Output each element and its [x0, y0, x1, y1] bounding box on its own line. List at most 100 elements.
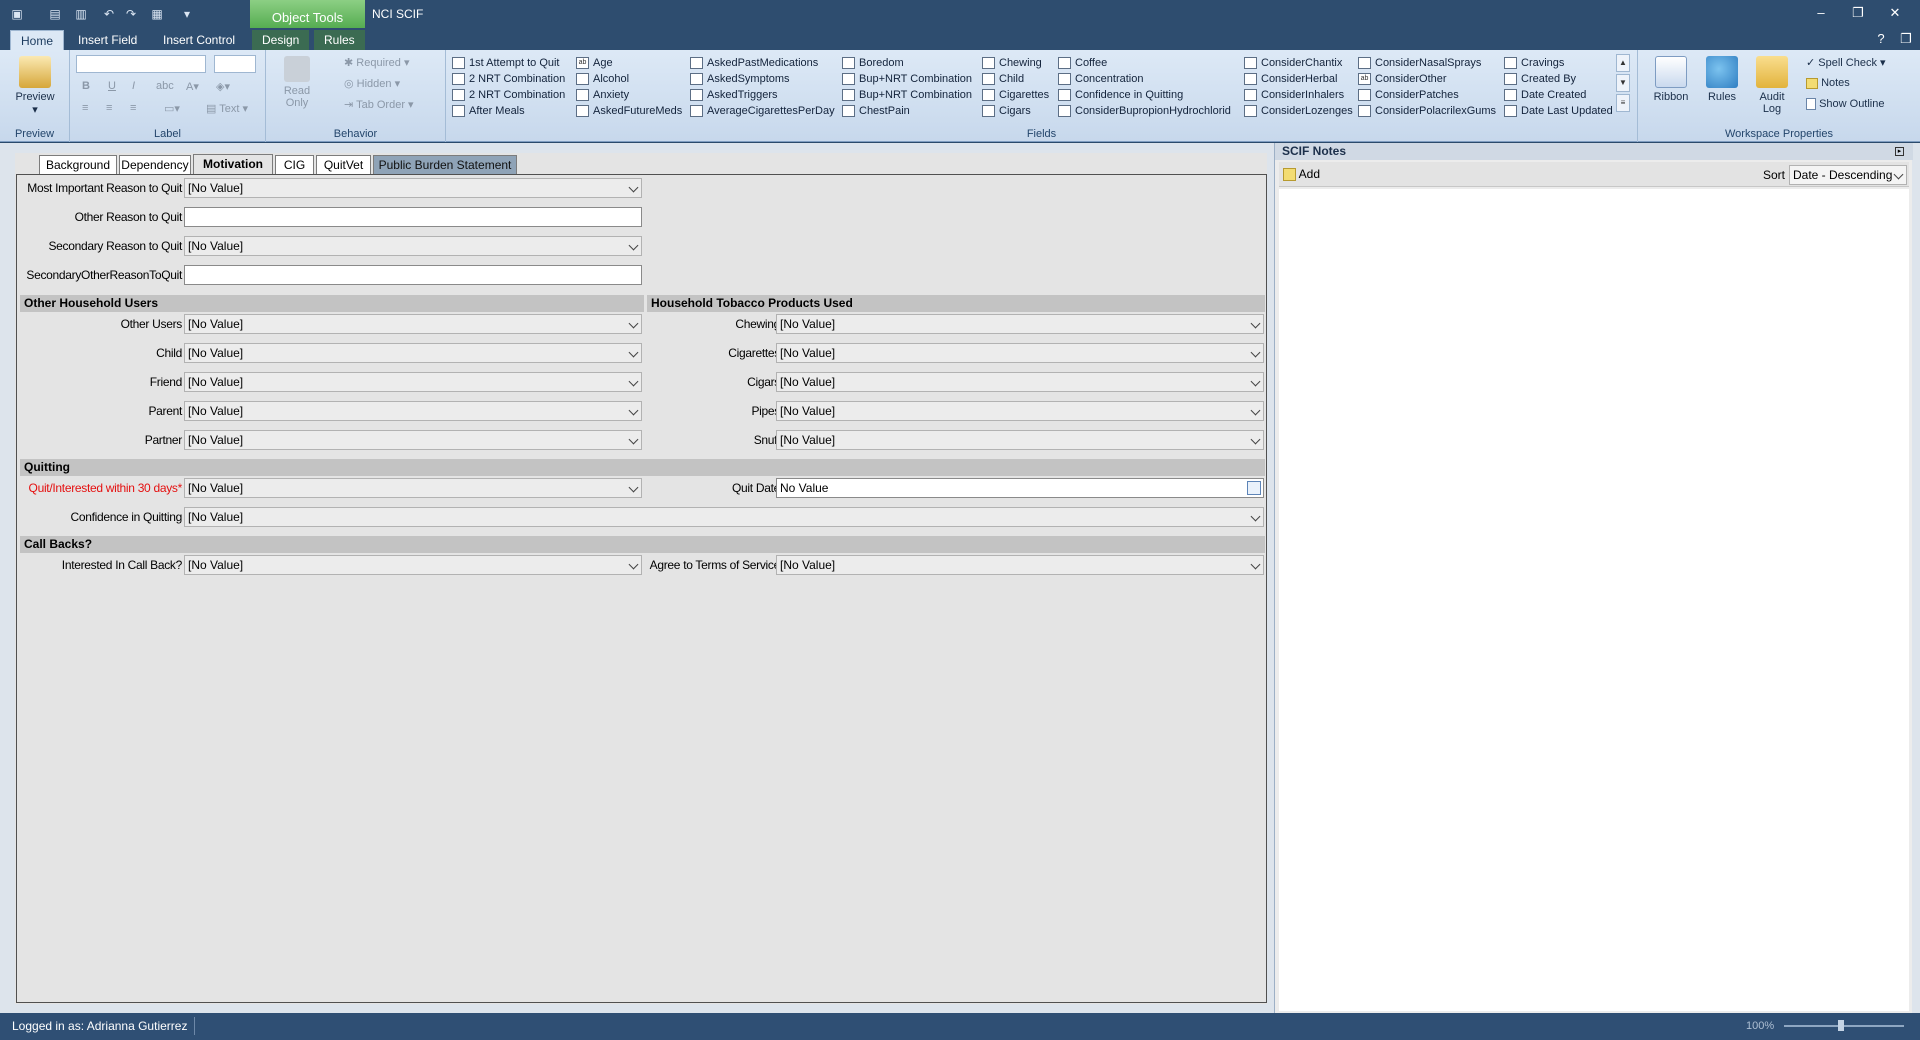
audit-log-button[interactable]: Audit Log	[1750, 56, 1794, 115]
field-item[interactable]: AskedSymptoms	[690, 71, 790, 87]
notes-button[interactable]: Notes	[1806, 77, 1850, 89]
fields-expand-icon[interactable]: ≡	[1616, 94, 1630, 112]
fields-scroll-up-icon[interactable]: ▲	[1616, 54, 1630, 72]
field-item[interactable]: Bup+NRT Combination	[842, 71, 972, 87]
cigars-select[interactable]: [No Value]	[776, 372, 1264, 392]
align-left-icon[interactable]: ≡	[82, 102, 88, 114]
field-item[interactable]: Date Last Updated	[1504, 103, 1613, 119]
field-item[interactable]: ConsiderHerbal	[1244, 71, 1337, 87]
zoom-slider-thumb[interactable]	[1838, 1020, 1844, 1031]
field-item[interactable]: 2 NRT Combination	[452, 71, 565, 87]
print-preview-icon[interactable]: ▦	[148, 5, 166, 23]
redo-icon[interactable]: ↷	[122, 5, 140, 23]
spell-check-button[interactable]: ✓ Spell Check ▾	[1806, 56, 1886, 69]
field-item[interactable]: ab ConsiderOther	[1358, 71, 1447, 87]
hidden-button[interactable]: ◎ Hidden ▾	[344, 77, 400, 90]
field-item[interactable]: Cigars	[982, 103, 1031, 119]
underline-icon[interactable]: U	[108, 80, 116, 92]
tab-design[interactable]: Design	[252, 30, 310, 50]
minimize-button[interactable]: –	[1808, 4, 1834, 22]
field-item[interactable]: Alcohol	[576, 71, 629, 87]
tab-insert-control[interactable]: Insert Control	[153, 30, 245, 50]
collapse-pane-icon[interactable]: ▸	[1895, 147, 1904, 156]
calendar-icon[interactable]	[1247, 481, 1261, 495]
align-right-icon[interactable]: ≡	[130, 102, 136, 114]
undo-icon[interactable]: ↶	[100, 5, 118, 23]
other-reason-input[interactable]	[184, 207, 642, 227]
field-item[interactable]: Date Created	[1504, 87, 1586, 103]
quit-date-input[interactable]: No Value	[776, 478, 1264, 498]
rules-button[interactable]: Rules	[1700, 56, 1744, 103]
field-item[interactable]: Concentration	[1058, 71, 1144, 87]
tab-dependency[interactable]: Dependency	[119, 155, 191, 174]
friend-select[interactable]: [No Value]	[184, 372, 642, 392]
confidence-select[interactable]: [No Value]	[184, 507, 1264, 527]
field-item[interactable]: ConsiderBupropionHydrochlorid	[1058, 103, 1231, 119]
save-all-icon[interactable]: ▥	[72, 5, 90, 23]
field-item[interactable]: After Meals	[452, 103, 525, 119]
field-item[interactable]: Cigarettes	[982, 87, 1049, 103]
snuff-select[interactable]: [No Value]	[776, 430, 1264, 450]
preview-button[interactable]: Preview ▾	[8, 56, 62, 116]
field-item[interactable]: Chewing	[982, 55, 1042, 71]
tab-rules[interactable]: Rules	[314, 30, 365, 50]
restore-button[interactable]: ❐	[1845, 4, 1871, 22]
align-center-icon[interactable]: ≡	[106, 102, 112, 114]
add-note-button[interactable]: Add	[1283, 167, 1320, 182]
child-select[interactable]: [No Value]	[184, 343, 642, 363]
save-icon[interactable]: ▤	[46, 5, 64, 23]
tab-order-button[interactable]: ⇥ Tab Order ▾	[344, 98, 414, 111]
close-button[interactable]: ✕	[1882, 4, 1908, 22]
field-item[interactable]: Created By	[1504, 71, 1576, 87]
field-item[interactable]: AskedPastMedications	[690, 55, 818, 71]
sort-select[interactable]: Date - Descending	[1789, 165, 1907, 185]
terms-select[interactable]: [No Value]	[776, 555, 1264, 575]
help-icon[interactable]: ?	[1868, 30, 1894, 48]
border-style-icon[interactable]: ▭▾	[164, 102, 180, 115]
pipes-select[interactable]: [No Value]	[776, 401, 1264, 421]
field-item[interactable]: Confidence in Quitting	[1058, 87, 1183, 103]
partner-select[interactable]: [No Value]	[184, 430, 642, 450]
qat-customize-icon[interactable]: ▾	[178, 5, 196, 23]
field-item[interactable]: 2 NRT Combination	[452, 87, 565, 103]
fill-color-icon[interactable]: ◈▾	[216, 80, 230, 93]
chewing-select[interactable]: [No Value]	[776, 314, 1264, 334]
field-item[interactable]: ChestPain	[842, 103, 910, 119]
field-item[interactable]: ConsiderLozenges	[1244, 103, 1353, 119]
secondary-other-reason-input[interactable]	[184, 265, 642, 285]
fields-scroll-down-icon[interactable]: ▼	[1616, 74, 1630, 92]
field-item[interactable]: Bup+NRT Combination	[842, 87, 972, 103]
font-color-icon[interactable]: A▾	[186, 80, 199, 93]
show-outline-button[interactable]: Show Outline	[1806, 98, 1885, 111]
most-important-reason-select[interactable]: [No Value]	[184, 178, 642, 198]
field-item[interactable]: Child	[982, 71, 1024, 87]
field-item[interactable]: ConsiderChantix	[1244, 55, 1342, 71]
parent-select[interactable]: [No Value]	[184, 401, 642, 421]
field-item[interactable]: Boredom	[842, 55, 904, 71]
required-button[interactable]: ✱ Required ▾	[344, 56, 410, 69]
ribbon-button[interactable]: Ribbon	[1646, 56, 1696, 103]
field-item[interactable]: Coffee	[1058, 55, 1107, 71]
field-item[interactable]: ConsiderInhalers	[1244, 87, 1344, 103]
zoom-slider[interactable]	[1784, 1025, 1904, 1027]
field-item[interactable]: Cravings	[1504, 55, 1564, 71]
font-size-combo[interactable]	[214, 55, 256, 73]
strikethrough-icon[interactable]: abc	[156, 80, 174, 92]
secondary-reason-select[interactable]: [No Value]	[184, 236, 642, 256]
bold-icon[interactable]: B	[82, 80, 90, 92]
tab-background[interactable]: Background	[39, 155, 117, 174]
tab-home[interactable]: Home	[10, 30, 65, 50]
text-button[interactable]: ▤ Text ▾	[206, 102, 248, 115]
field-item[interactable]: AskedFutureMeds	[576, 103, 682, 119]
tab-motivation[interactable]: Motivation	[193, 154, 273, 175]
field-item[interactable]: ab Age	[576, 55, 613, 71]
field-item[interactable]: ConsiderNasalSprays	[1358, 55, 1481, 71]
cigarettes-select[interactable]: [No Value]	[776, 343, 1264, 363]
field-item[interactable]: Anxiety	[576, 87, 629, 103]
other-users-select[interactable]: [No Value]	[184, 314, 642, 334]
field-item[interactable]: ConsiderPolacrilexGums	[1358, 103, 1496, 119]
field-item[interactable]: AskedTriggers	[690, 87, 778, 103]
restore-ribbon-icon[interactable]: ❐	[1893, 30, 1919, 48]
app-icon[interactable]: ▣	[8, 5, 26, 23]
tab-public-burden-statement[interactable]: Public Burden Statement	[373, 155, 517, 174]
